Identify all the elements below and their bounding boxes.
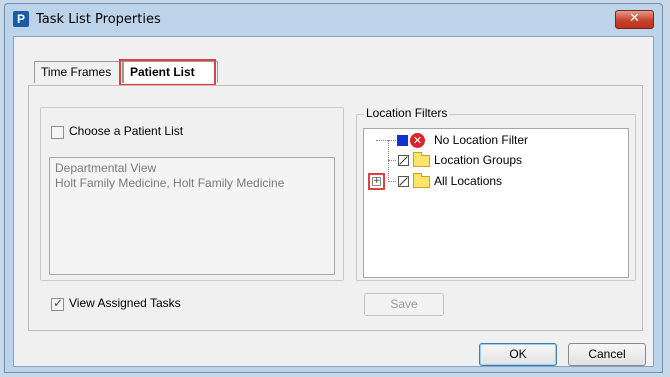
folder-icon (413, 152, 430, 167)
choose-patient-list-checkbox[interactable] (51, 126, 64, 139)
choose-patient-list-label[interactable]: Choose a Patient List (69, 124, 183, 138)
tree-item-label: All Locations (434, 174, 503, 188)
patient-list-line-1: Departmental View (55, 161, 157, 175)
save-button[interactable]: Save (364, 293, 444, 316)
tab-time-frames[interactable]: Time Frames (34, 61, 123, 83)
location-tree[interactable]: ✕ No Location Filter Location Groups + A… (363, 128, 629, 278)
dialog-client: Time Frames Patient List Choose a Patien… (13, 36, 654, 367)
expander-highlight (368, 173, 385, 190)
patient-list-line-2: Holt Family Medicine, Holt Family Medici… (55, 176, 285, 190)
close-button[interactable]: ✕ (615, 10, 654, 29)
patient-list-box[interactable]: Departmental View Holt Family Medicine, … (49, 157, 335, 275)
tab-highlight (119, 59, 216, 86)
folder-icon (413, 173, 430, 188)
tree-item-all-locations[interactable]: + All Locations (364, 172, 624, 190)
tree-item-label: Location Groups (434, 153, 523, 167)
tree-item-label: No Location Filter (434, 133, 529, 147)
tree-item-no-location-filter[interactable]: ✕ No Location Filter (364, 131, 624, 149)
tree-item-location-groups[interactable]: Location Groups (364, 151, 624, 169)
view-assigned-tasks-label[interactable]: View Assigned Tasks (69, 296, 181, 310)
view-assigned-tasks-checkbox[interactable] (51, 296, 64, 311)
window-title: Task List Properties (36, 12, 161, 27)
ok-button[interactable]: OK (479, 343, 557, 366)
no-entry-icon: ✕ (410, 133, 425, 148)
app-icon: P (13, 11, 29, 27)
cancel-button[interactable]: Cancel (568, 343, 646, 366)
close-icon: ✕ (629, 11, 640, 26)
partial-checkbox-icon (398, 155, 409, 166)
location-filters-title: Location Filters (364, 106, 450, 120)
dialog-window: P Task List Properties ✕ Time Frames Pat… (4, 3, 663, 373)
blue-square-icon (397, 135, 408, 146)
partial-checkbox-icon (398, 176, 409, 187)
title-bar[interactable]: P Task List Properties ✕ (5, 4, 662, 36)
tab-panel: Choose a Patient List Departmental View … (28, 85, 643, 331)
